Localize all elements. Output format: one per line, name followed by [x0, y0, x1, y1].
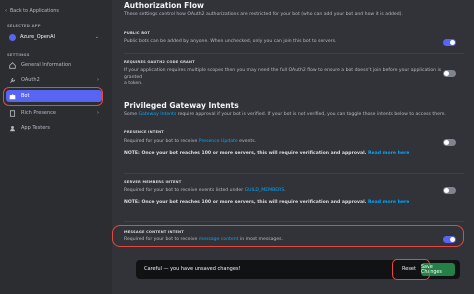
app-name: Azure_OpenAI — [20, 34, 55, 40]
sidebar-item-oauth2[interactable]: OAuth2 › — [6, 74, 102, 86]
divider — [124, 173, 464, 174]
divider — [124, 53, 464, 54]
gateway-intents-description: Some Gateway Intents require approval if… — [124, 112, 446, 119]
members-desc-suffix: . — [284, 188, 286, 193]
code-grant-label: REQUIRES OAUTH2 CODE GRANT — [124, 60, 195, 64]
sidebar-item-label: General Information — [21, 62, 72, 68]
sidebar: ‹ Back to Applications SELECTED APP Azur… — [0, 0, 112, 294]
app-avatar — [9, 33, 16, 41]
chevron-right-icon: › — [97, 77, 99, 83]
members-desc-prefix: Required for your bot to receive events … — [124, 188, 245, 193]
chevron-down-icon: ⌄ — [94, 34, 99, 40]
person-icon — [9, 125, 16, 132]
presence-update-link[interactable]: Presence Update — [199, 139, 238, 144]
members-read-more-link[interactable]: Read more here — [368, 200, 409, 205]
presence-read-more-link[interactable]: Read more here — [368, 151, 409, 156]
chevron-left-icon: ‹ — [5, 8, 7, 14]
presence-intent-note: NOTE: Once your bot reaches 100 or more … — [124, 151, 409, 156]
authorization-flow-description: These settings control how OAuth2 author… — [124, 12, 403, 17]
document-icon — [9, 109, 16, 117]
settings-section-label: SETTINGS — [7, 52, 30, 57]
sidebar-item-label: OAuth2 — [21, 77, 40, 83]
gateway-intents-title: Privileged Gateway Intents — [124, 101, 239, 110]
guild-members-link[interactable]: GUILD_MEMBERS — [245, 188, 285, 193]
public-bot-label: PUBLIC BOT — [124, 31, 151, 35]
gateway-intents-link[interactable]: Gateway Intents — [139, 112, 177, 117]
sidebar-item-label: Rich Presence — [21, 110, 56, 116]
home-icon — [9, 61, 16, 69]
toggle-knob — [444, 140, 449, 145]
sidebar-item-app-testers[interactable]: App Testers — [6, 122, 102, 134]
presence-desc-prefix: Required for your bot to receive — [124, 139, 199, 144]
server-members-intent-note: NOTE: Once your bot reaches 100 or more … — [124, 200, 409, 205]
selected-app-label: SELECTED APP — [7, 23, 41, 28]
presence-intent-label: PRESENCE INTENT — [124, 130, 164, 134]
server-members-intent-label: SERVER MEMBERS INTENT — [124, 180, 182, 184]
back-to-applications-link[interactable]: ‹ Back to Applications — [5, 8, 59, 14]
app-selector[interactable]: Azure_OpenAI ⌄ — [6, 30, 102, 44]
sidebar-item-label: App Testers — [21, 125, 50, 131]
app-root: ‹ Back to Applications SELECTED APP Azur… — [0, 0, 474, 294]
server-members-intent-description: Required for your bot to receive events … — [124, 188, 286, 195]
presence-intent-description: Required for your bot to receive Presenc… — [124, 139, 256, 146]
message-content-highlight-outline — [112, 225, 464, 247]
toggle-knob — [444, 71, 449, 76]
unsaved-changes-message: Careful — you have unsaved changes! — [144, 266, 241, 272]
server-members-intent-toggle[interactable] — [443, 187, 456, 194]
code-grant-description-line1: If your application requires multiple sc… — [124, 68, 442, 80]
presence-desc-suffix: events. — [237, 139, 257, 144]
toggle-knob — [444, 188, 449, 193]
gateway-desc-suffix: require approval if your bot is verified… — [176, 112, 446, 117]
back-link-label: Back to Applications — [10, 8, 59, 14]
save-button-highlight-outline — [392, 259, 430, 280]
wrench-icon — [9, 77, 16, 84]
code-grant-toggle[interactable] — [443, 70, 456, 77]
presence-intent-toggle[interactable] — [443, 139, 456, 146]
presence-note-text: NOTE: Once your bot reaches 100 or more … — [124, 151, 369, 156]
toggle-knob — [450, 40, 455, 45]
sidebar-item-rich-presence[interactable]: Rich Presence › — [6, 107, 102, 119]
sidebar-item-general-information[interactable]: General Information — [6, 59, 102, 71]
code-grant-description: If your application requires multiple sc… — [124, 68, 454, 88]
code-grant-description-line2: a token. — [124, 81, 143, 86]
divider — [124, 221, 464, 222]
bot-highlight-outline — [3, 87, 103, 106]
gateway-desc-prefix: Some — [124, 112, 139, 117]
members-note-text: NOTE: Once your bot reaches 100 or more … — [124, 200, 369, 205]
chevron-right-icon: › — [97, 110, 99, 116]
authorization-flow-title: Authorization Flow — [124, 1, 204, 10]
public-bot-description: Public bots can be added by anyone. When… — [124, 39, 337, 44]
main-content: Authorization Flow These settings contro… — [112, 0, 474, 294]
public-bot-toggle[interactable] — [443, 39, 456, 46]
